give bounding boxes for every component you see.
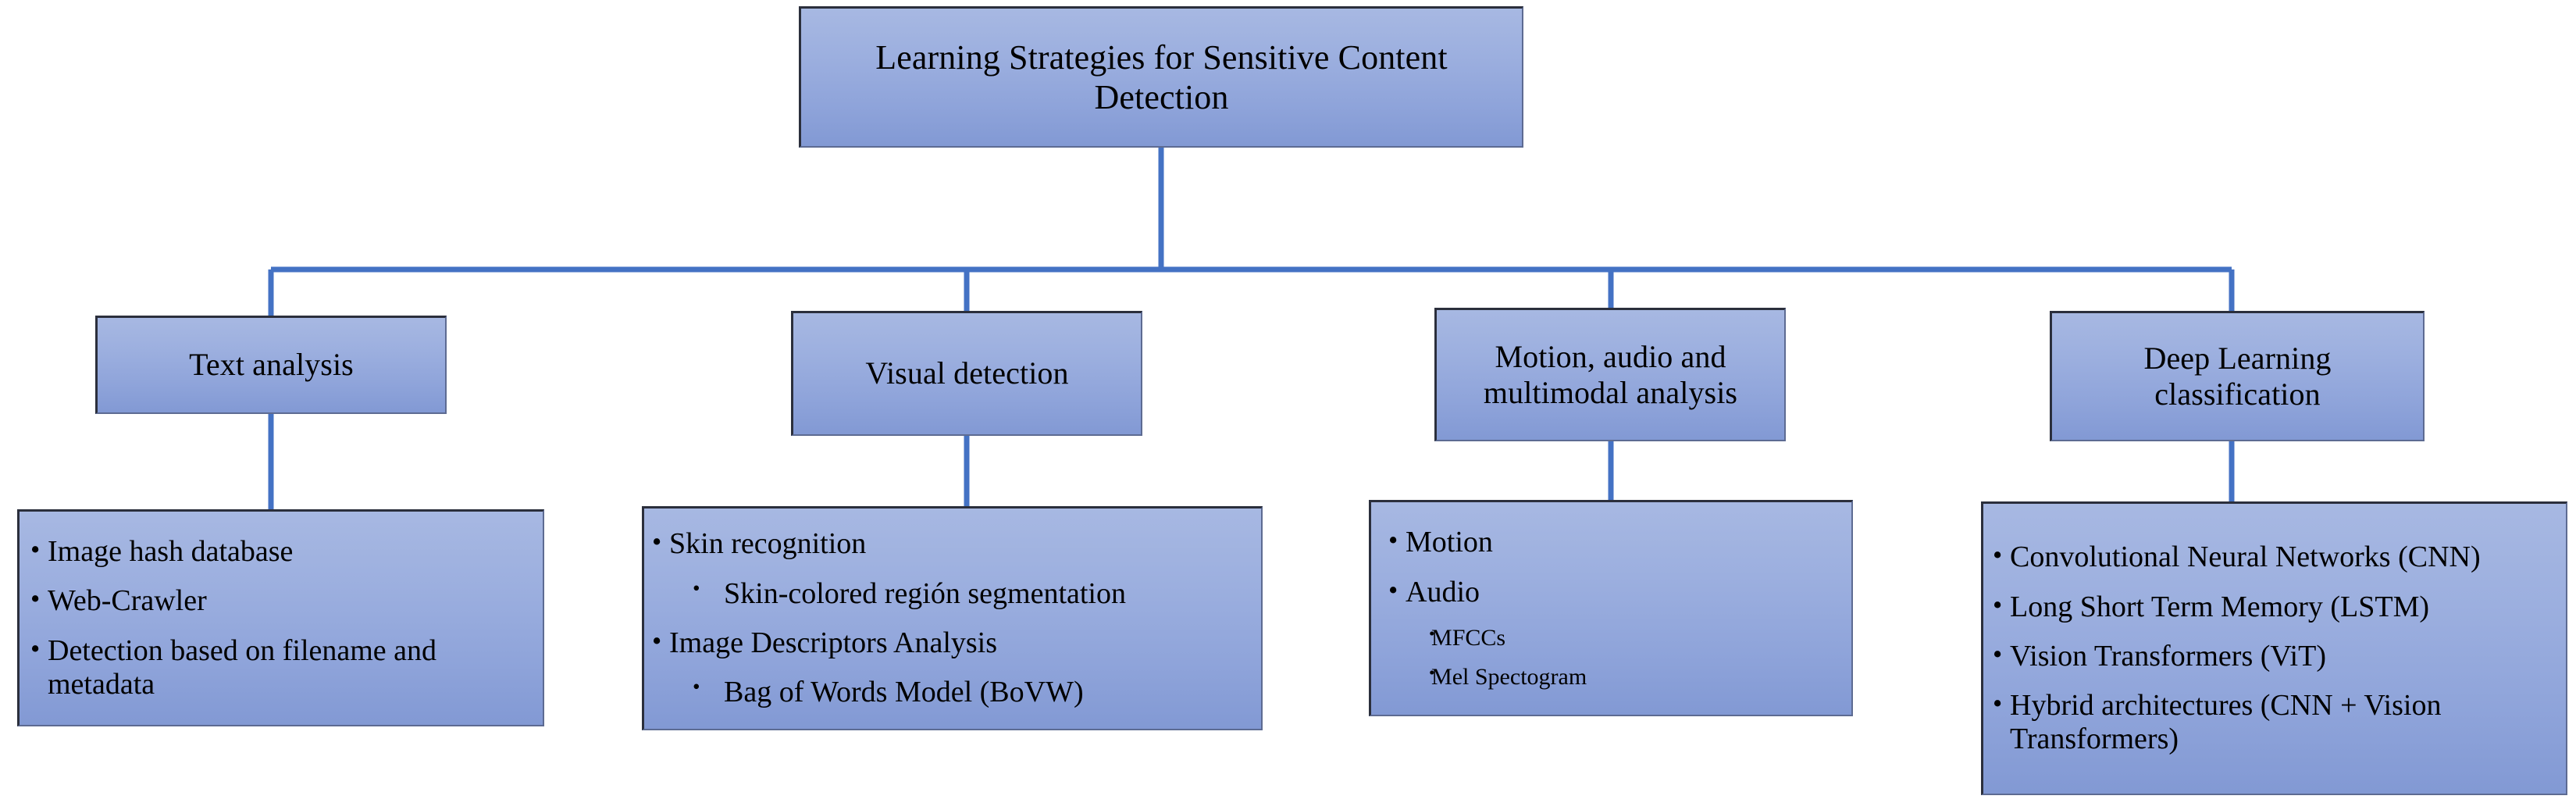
node-text-analysis-label: Text analysis bbox=[189, 347, 354, 383]
node-root[interactable]: Learning Strategies for Sensitive Conten… bbox=[799, 6, 1523, 148]
list-item: Detection based on filename and metadata bbox=[24, 633, 532, 702]
node-text-analysis[interactable]: Text analysis bbox=[95, 316, 447, 414]
list-item: Motion bbox=[1382, 525, 1840, 559]
list-item: Hybrid architectures (CNN + Vision Trans… bbox=[1986, 688, 2561, 757]
leafbox-visual-detection[interactable]: Skin recognition Skin-colored región seg… bbox=[642, 506, 1263, 730]
bullet-list-text-analysis: Image hash database Web-Crawler Detectio… bbox=[24, 534, 532, 702]
list-item: Image hash database bbox=[24, 534, 532, 569]
node-root-label: Learning Strategies for Sensitive Conten… bbox=[875, 37, 1448, 116]
node-deep-learning-classification[interactable]: Deep Learning classification bbox=[2050, 311, 2425, 441]
list-item: Mel Spectogram bbox=[1382, 663, 1840, 690]
diagram-canvas: Learning Strategies for Sensitive Conten… bbox=[0, 0, 2576, 810]
list-item: Bag of Words Model (BoVW) bbox=[646, 675, 1255, 709]
list-item: MFCCs bbox=[1382, 624, 1840, 651]
list-item: Image Descriptors Analysis bbox=[646, 626, 1255, 660]
leafbox-deep-learning-classification[interactable]: Convolutional Neural Networks (CNN) Long… bbox=[1981, 501, 2567, 795]
list-item: Skin recognition bbox=[646, 526, 1255, 561]
node-motion-audio-multimodal-label: Motion, audio and multimodal analysis bbox=[1483, 338, 1738, 410]
leafbox-text-analysis[interactable]: Image hash database Web-Crawler Detectio… bbox=[17, 509, 544, 726]
leafbox-motion-audio-multimodal[interactable]: Motion Audio MFCCs Mel Spectogram bbox=[1369, 500, 1853, 716]
list-item: Convolutional Neural Networks (CNN) bbox=[1986, 540, 2561, 574]
bullet-list-deep-learning-classification: Convolutional Neural Networks (CNN) Long… bbox=[1986, 540, 2561, 757]
node-motion-audio-multimodal[interactable]: Motion, audio and multimodal analysis bbox=[1434, 308, 1786, 441]
list-item: Skin-colored región segmentation bbox=[646, 576, 1255, 611]
bullet-list-visual-detection: Skin recognition Skin-colored región seg… bbox=[646, 526, 1255, 709]
list-item: Audio bbox=[1382, 575, 1840, 609]
bullet-list-motion-audio-multimodal: Motion Audio MFCCs Mel Spectogram bbox=[1382, 525, 1840, 690]
list-item: Web-Crawler bbox=[24, 583, 532, 618]
list-item: Long Short Term Memory (LSTM) bbox=[1986, 590, 2561, 624]
node-deep-learning-classification-label: Deep Learning classification bbox=[2143, 340, 2332, 412]
list-item: Vision Transformers (ViT) bbox=[1986, 639, 2561, 673]
node-visual-detection[interactable]: Visual detection bbox=[791, 311, 1142, 436]
node-visual-detection-label: Visual detection bbox=[865, 355, 1069, 391]
